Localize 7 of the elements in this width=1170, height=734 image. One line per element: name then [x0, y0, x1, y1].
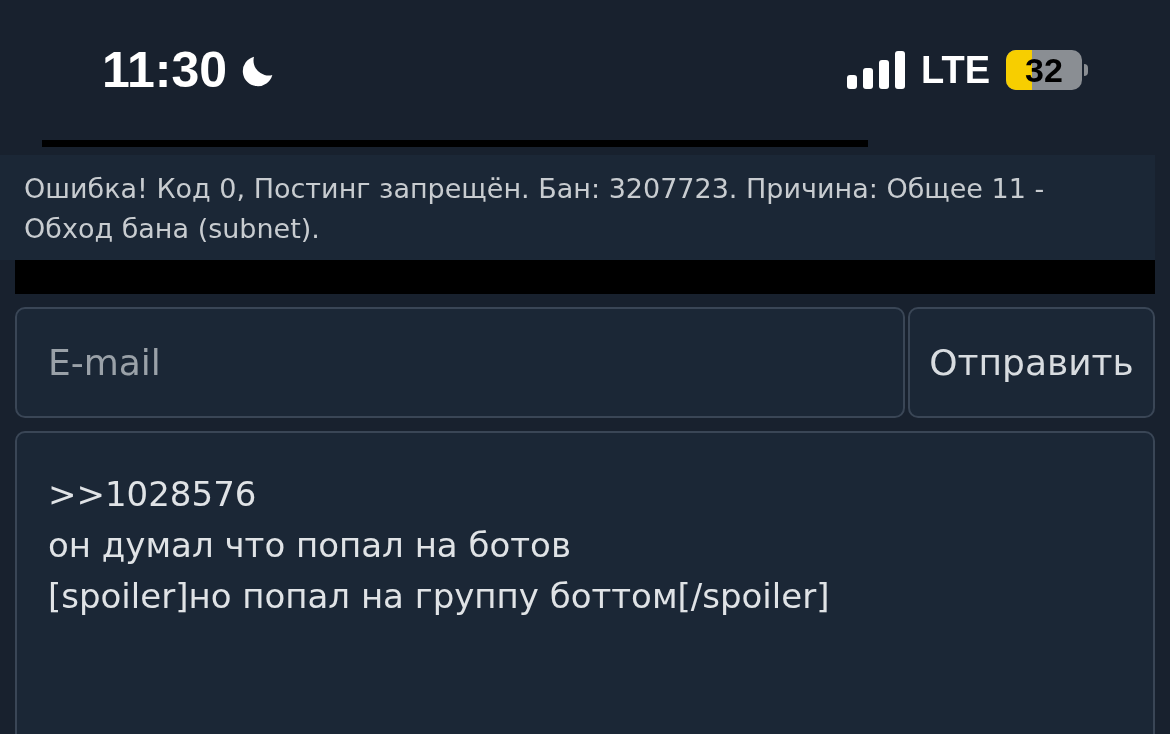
email-field[interactable]: E-mail: [15, 307, 905, 418]
error-toast: Ошибка! Код 0, Постинг запрещён. Бан: 3207723. Причина: Общее 11 - Обход бана (subnet).: [0, 155, 1155, 260]
submit-button[interactable]: Отправить: [908, 307, 1155, 418]
network-type: LTE: [921, 47, 990, 93]
clock-time: 11:30: [102, 40, 228, 100]
message-field[interactable]: >>1028576 он думал что попал на ботов [spoiler]но попал на группу боттом[/spoiler]: [15, 431, 1155, 734]
signal-icon: [847, 51, 906, 89]
